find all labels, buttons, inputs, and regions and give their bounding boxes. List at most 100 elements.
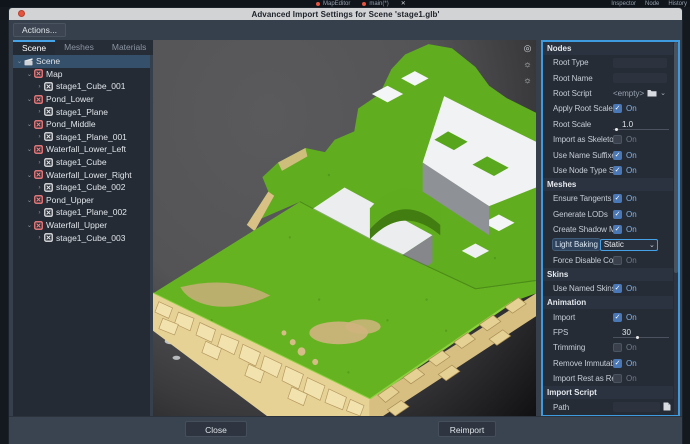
checkbox[interactable]: ✓ [613,151,622,160]
tree-row-stage1_plane_001[interactable]: ›stage1_Plane_001 [13,131,150,144]
expand-arrow-icon[interactable]: › [35,184,44,191]
property-label: Ensure Tangents [553,194,613,203]
property-value: 1.0 [613,117,673,132]
checkbox[interactable]: ✓ [613,210,622,219]
editor-dock-tab-node[interactable]: Node [645,1,659,7]
tree-row-stage1_cube_003[interactable]: ›stage1_Cube_003 [13,231,150,244]
tree-row-waterfall_lower_right[interactable]: ⌄Waterfall_Lower_Right [13,168,150,181]
mesh-icon [44,183,53,192]
inspector-scrollbar[interactable] [674,42,678,415]
property-row-root-script: Root Script<empty>⌄ [543,86,673,101]
section-header-animation[interactable]: Animation [543,296,673,309]
section-header-meshes[interactable]: Meshes [543,178,673,191]
checkbox-on-label: On [626,104,637,113]
section-header-skins[interactable]: Skins [543,268,673,281]
checkbox[interactable] [613,374,622,383]
preview-camera-icon[interactable]: ◎ [522,43,533,54]
expand-arrow-icon[interactable]: › [35,159,44,166]
expand-arrow-icon[interactable]: › [35,133,44,140]
scene-tree-panel: ⌄Scene⌄Map›stage1_Cube_001⌄Pond_Lower›st… [13,55,150,417]
expand-arrow-icon[interactable]: ⌄ [25,95,34,103]
tree-row-stage1_cube_002[interactable]: ›stage1_Cube_002 [13,181,150,194]
light-2-icon[interactable]: ☼ [522,75,533,86]
editor-dock-tab-history[interactable]: History [668,1,687,7]
property-row-trimming: TrimmingOn [543,340,673,355]
tab-meshes[interactable]: Meshes [55,40,103,55]
checkbox[interactable]: ✓ [613,284,622,293]
light-1-icon[interactable]: ☼ [522,59,533,70]
tree-row-scene[interactable]: ⌄Scene [13,55,150,68]
window-close-button[interactable] [18,10,25,17]
checkbox[interactable]: ✓ [613,225,622,234]
expand-arrow-icon[interactable]: ⌄ [25,120,34,128]
property-row-use-node-type-su: Use Node Type Su✓On [543,163,673,178]
expand-arrow-icon[interactable]: ⌄ [25,145,34,153]
tree-node-label: stage1_Cube [56,157,107,167]
close-scene-tab-icon[interactable]: ✕ [401,0,406,7]
close-button[interactable]: Close [185,421,247,437]
folder-icon[interactable] [647,84,657,102]
chevron-down-icon[interactable]: ⌄ [660,89,666,97]
tree-row-pond_lower[interactable]: ⌄Pond_Lower [13,93,150,106]
property-value [613,70,673,85]
node3d-icon [34,145,43,154]
property-value: ✓ On [613,147,673,162]
resource-empty-value[interactable]: <empty> [613,89,644,98]
expand-arrow-icon[interactable]: ⌄ [25,70,34,78]
checkbox[interactable]: ✓ [613,166,622,175]
spin-slider[interactable] [613,337,669,338]
checkbox[interactable] [613,135,622,144]
scrollbar-thumb[interactable] [674,42,678,273]
spin-slider-grabber[interactable] [636,336,639,339]
text-field[interactable] [613,73,667,83]
expand-arrow-icon[interactable]: › [35,108,44,115]
checkbox[interactable] [613,343,622,352]
expand-arrow-icon[interactable]: › [35,234,44,241]
reimport-button[interactable]: Reimport [438,421,496,437]
expand-arrow-icon[interactable]: ⌄ [25,196,34,204]
tree-row-waterfall_lower_left[interactable]: ⌄Waterfall_Lower_Left [13,143,150,156]
checkbox-on-label: On [626,151,637,160]
tree-row-stage1_plane_002[interactable]: ›stage1_Plane_002 [13,206,150,219]
dialog-title: Advanced Import Settings for Scene 'stag… [251,10,439,19]
spin-slider-grabber[interactable] [615,128,618,131]
checkbox[interactable]: ✓ [613,359,622,368]
checkbox[interactable]: ✓ [613,313,622,322]
tree-row-stage1_cube_001[interactable]: ›stage1_Cube_001 [13,80,150,93]
checkbox-on-label: On [626,313,637,322]
expand-arrow-icon[interactable]: › [35,83,44,90]
tab-scene[interactable]: Scene [13,40,55,55]
editor-dock-tab-inspector[interactable]: Inspector [611,1,636,7]
tree-row-stage1_cube[interactable]: › stage1_Cube [13,156,150,169]
dropdown[interactable]: Static⌄ [600,239,658,251]
path-input[interactable] [613,402,660,412]
section-header-nodes[interactable]: Nodes [543,42,673,55]
mesh-icon [44,208,53,217]
spin-slider[interactable] [613,129,669,130]
tree-row-map[interactable]: ⌄Map [13,68,150,81]
checkbox[interactable]: ✓ [613,104,622,113]
editor-scene-tab[interactable]: MapEditor [316,1,350,7]
property-value: 30 [613,325,673,340]
checkbox[interactable]: ✓ [613,194,622,203]
actions-button[interactable]: Actions... [13,23,66,37]
dialog-titlebar[interactable]: Advanced Import Settings for Scene 'stag… [9,8,682,20]
tree-row-waterfall_upper[interactable]: ⌄Waterfall_Upper [13,219,150,232]
expand-arrow-icon[interactable]: › [35,209,44,216]
property-row-force-disable-co: Force Disable CoOn [543,253,673,268]
node3d-icon [34,221,43,230]
spin-value[interactable]: 30 [613,328,631,337]
text-field[interactable] [613,58,667,68]
editor-scene-tab[interactable]: main(*) [362,1,388,7]
preview-viewport[interactable]: ◎ ☼ ☼ [153,40,536,417]
tree-row-pond_upper[interactable]: ⌄Pond_Upper [13,194,150,207]
expand-arrow-icon[interactable]: ⌄ [25,171,34,179]
file-icon[interactable] [663,398,671,415]
tab-materials[interactable]: Materials [103,40,155,55]
checkbox[interactable] [613,256,622,265]
property-value: ✓On [613,163,673,178]
expand-arrow-icon[interactable]: ⌄ [15,57,24,65]
tree-row-pond_middle[interactable]: ⌄Pond_Middle [13,118,150,131]
tree-row-stage1_plane[interactable]: ›stage1_Plane [13,105,150,118]
expand-arrow-icon[interactable]: ⌄ [25,221,34,229]
